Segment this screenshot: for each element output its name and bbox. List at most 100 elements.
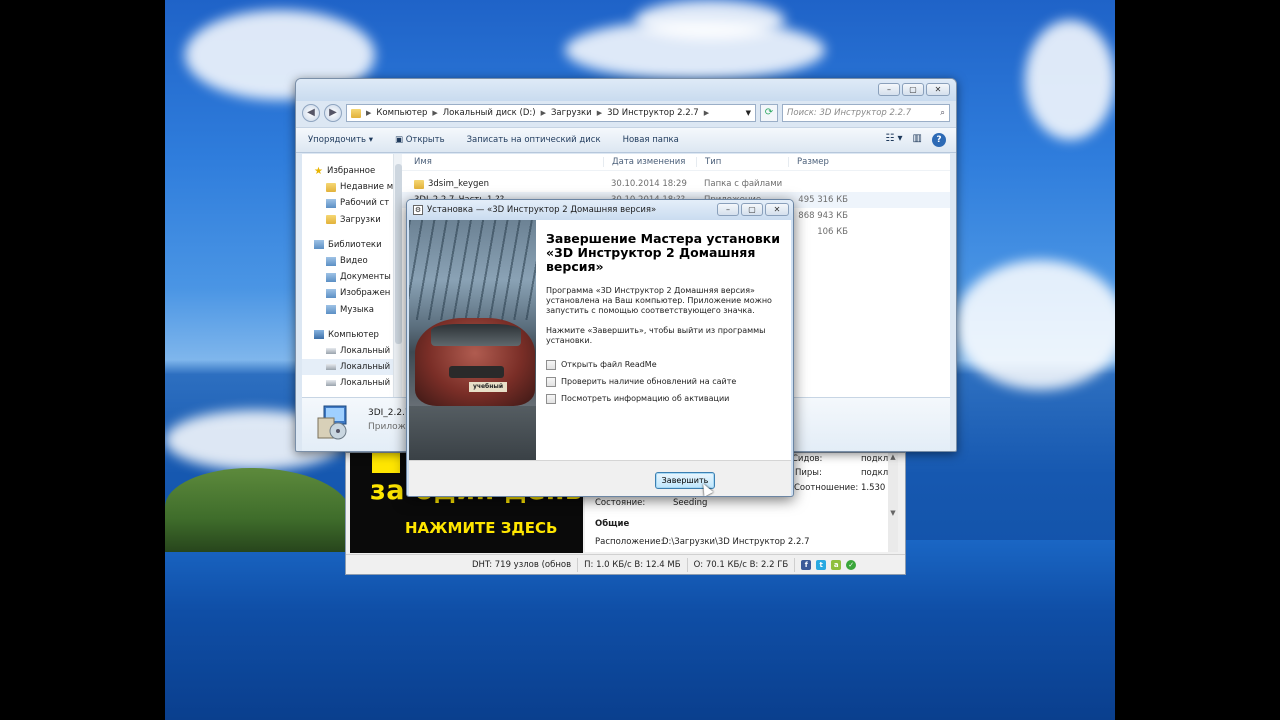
search-input[interactable]: Поиск: 3D Инструктор 2.2.7 ⌕ — [782, 104, 950, 122]
preview-pane-icon[interactable]: ▥ — [913, 133, 922, 147]
nav-label: Недавние м — [340, 182, 394, 193]
address-bar[interactable]: ▶ Компьютер ▶ Локальный диск (D:) ▶ Загр… — [346, 104, 756, 122]
search-icon: ⌕ — [940, 108, 945, 118]
nav-libraries[interactable]: Библиотеки — [302, 237, 397, 253]
nav-scrollbar[interactable] — [393, 154, 402, 397]
help-icon[interactable]: ? — [932, 133, 946, 147]
desktop: за один день НАЖМИТЕ ЗДЕСЬ Сидов: подкл … — [165, 0, 1115, 720]
facebook-icon[interactable]: f — [801, 559, 812, 570]
image-car-grill — [449, 366, 504, 378]
activation-label: Посмотреть информацию об активации — [561, 394, 730, 403]
ratio-value: 1.530 — [861, 483, 886, 493]
drive-icon — [326, 380, 336, 387]
image-car-plate: учебный — [469, 382, 507, 392]
minimize-button[interactable]: – — [878, 83, 900, 96]
column-name[interactable]: Имя — [402, 157, 603, 167]
peers-label: Пиры: — [795, 468, 822, 478]
computer-icon — [314, 330, 324, 340]
torrent-info-scrollbar[interactable]: ▲ ▼ — [888, 453, 898, 552]
burn-button[interactable]: Записать на оптический диск — [467, 135, 601, 145]
option-readme[interactable]: Открыть файл ReadMe — [546, 356, 786, 373]
nav-images[interactable]: Изображен — [302, 285, 397, 301]
android-icon[interactable]: a — [831, 559, 842, 570]
option-activation[interactable]: Посмотреть информацию об активации — [546, 390, 786, 407]
wizard-paragraph-2: Нажмите «Завершить», чтобы выйти из прог… — [546, 326, 766, 345]
file-size: 868 943 КБ — [798, 211, 848, 221]
star-icon: ★ — [314, 165, 323, 177]
nav-favorites[interactable]: ★ Избранное — [302, 163, 397, 179]
breadcrumb-separator: ▶ — [703, 109, 710, 117]
installer-maximize-button[interactable]: ▢ — [741, 203, 763, 216]
address-dropdown-icon[interactable]: ▼ — [746, 109, 751, 117]
nav-desktop[interactable]: Рабочий ст — [302, 195, 397, 211]
maximize-button[interactable]: ▢ — [902, 83, 924, 96]
nav-documents[interactable]: Документы — [302, 269, 397, 285]
column-date[interactable]: Дата изменения — [603, 157, 696, 167]
back-button[interactable]: ◀ — [302, 104, 320, 122]
nav-label: Локальный — [340, 378, 391, 389]
explorer-toolbar: Упорядочить ▾ ▣ Открыть Записать на опти… — [296, 127, 956, 153]
download-status: П: 1.0 КБ/с В: 12.4 МБ — [578, 557, 688, 572]
option-updates[interactable]: Проверить наличие обновлений на сайте — [546, 373, 786, 390]
column-size[interactable]: Размер — [788, 157, 848, 167]
nav-scrollbar-thumb[interactable] — [395, 164, 402, 344]
column-type[interactable]: Тип — [696, 157, 788, 167]
downloads-icon — [326, 215, 336, 225]
open-button[interactable]: ▣ Открыть — [395, 135, 445, 145]
location-label: Расположение: — [595, 537, 664, 547]
readme-checkbox[interactable] — [546, 359, 556, 370]
open-label: Открыть — [405, 135, 445, 145]
details-file-name: 3DI_2.2.7 — [368, 408, 411, 418]
nav-label: Локальный — [340, 345, 391, 356]
file-size: 495 316 КБ — [798, 195, 848, 205]
nav-drive-2[interactable]: Локальный — [302, 359, 397, 376]
seeds-label: Сидов: — [792, 454, 823, 464]
updates-label: Проверить наличие обновлений на сайте — [561, 377, 737, 386]
view-options-icon[interactable]: ☷ ▾ — [885, 133, 902, 147]
organize-button[interactable]: Упорядочить ▾ — [308, 135, 373, 145]
nav-label: Избранное — [326, 166, 376, 177]
ratio-label: Соотношение: — [794, 483, 859, 493]
breadcrumb-downloads[interactable]: Загрузки — [551, 108, 592, 118]
updates-checkbox[interactable] — [546, 376, 556, 387]
refresh-button[interactable]: ⟳ — [760, 104, 778, 122]
close-button[interactable]: ✕ — [926, 83, 950, 96]
torrent-status-bar: DHT: 719 узлов (обнов П: 1.0 КБ/с В: 12.… — [346, 554, 905, 574]
breadcrumb-current[interactable]: 3D Инструктор 2.2.7 — [607, 108, 699, 118]
new-folder-button[interactable]: Новая папка — [623, 135, 679, 145]
social-icons: f t a ✓ — [801, 559, 857, 570]
installer-minimize-button[interactable]: – — [717, 203, 739, 216]
nav-downloads[interactable]: Загрузки — [302, 212, 397, 228]
file-name: 3dsim_keygen — [428, 179, 490, 189]
file-row[interactable]: 3dsim_keygen 30.10.2014 18:29 Папка с фа… — [402, 176, 950, 192]
image-building — [409, 220, 536, 320]
nav-label: Компьютер — [328, 329, 379, 340]
installer-window-controls: – ▢ ✕ — [717, 203, 789, 216]
nav-video[interactable]: Видео — [302, 253, 397, 269]
nav-drive-1[interactable]: Локальный — [302, 343, 397, 359]
breadcrumb-computer[interactable]: Компьютер — [376, 108, 427, 118]
forward-button[interactable]: ▶ — [324, 104, 342, 122]
explorer-titlebar[interactable] — [296, 79, 956, 101]
activation-checkbox[interactable] — [546, 393, 556, 404]
breadcrumb-drive[interactable]: Локальный диск (D:) — [443, 108, 536, 118]
nav-recent[interactable]: Недавние м — [302, 179, 397, 195]
nav-computer[interactable]: Компьютер — [302, 327, 397, 343]
documents-icon — [326, 272, 336, 282]
installer-footer: Завершить — [409, 460, 791, 496]
image-car-windshield — [431, 324, 521, 346]
toolbar-right: ☷ ▾ ▥ ? — [885, 133, 946, 147]
seeds-value: подкл — [861, 454, 889, 464]
nav-music[interactable]: Музыка — [302, 302, 397, 318]
breadcrumb-separator: ▶ — [540, 109, 546, 117]
cloud — [635, 0, 785, 40]
drive-icon — [326, 347, 336, 354]
installer-close-button[interactable]: ✕ — [765, 203, 789, 216]
twitter-icon[interactable]: t — [816, 559, 827, 570]
wizard-side-image: учебный — [409, 220, 536, 460]
navigation-pane: ★ Избранное Недавние м Рабочий ст Загрузк… — [302, 154, 398, 397]
nav-drive-3[interactable]: Локальный — [302, 375, 397, 391]
open-icon: ▣ — [395, 135, 406, 145]
file-type: Папка с файлами — [704, 179, 783, 189]
installer-title: Установка — «3D Инструктор 2 Домашняя ве… — [427, 205, 657, 215]
